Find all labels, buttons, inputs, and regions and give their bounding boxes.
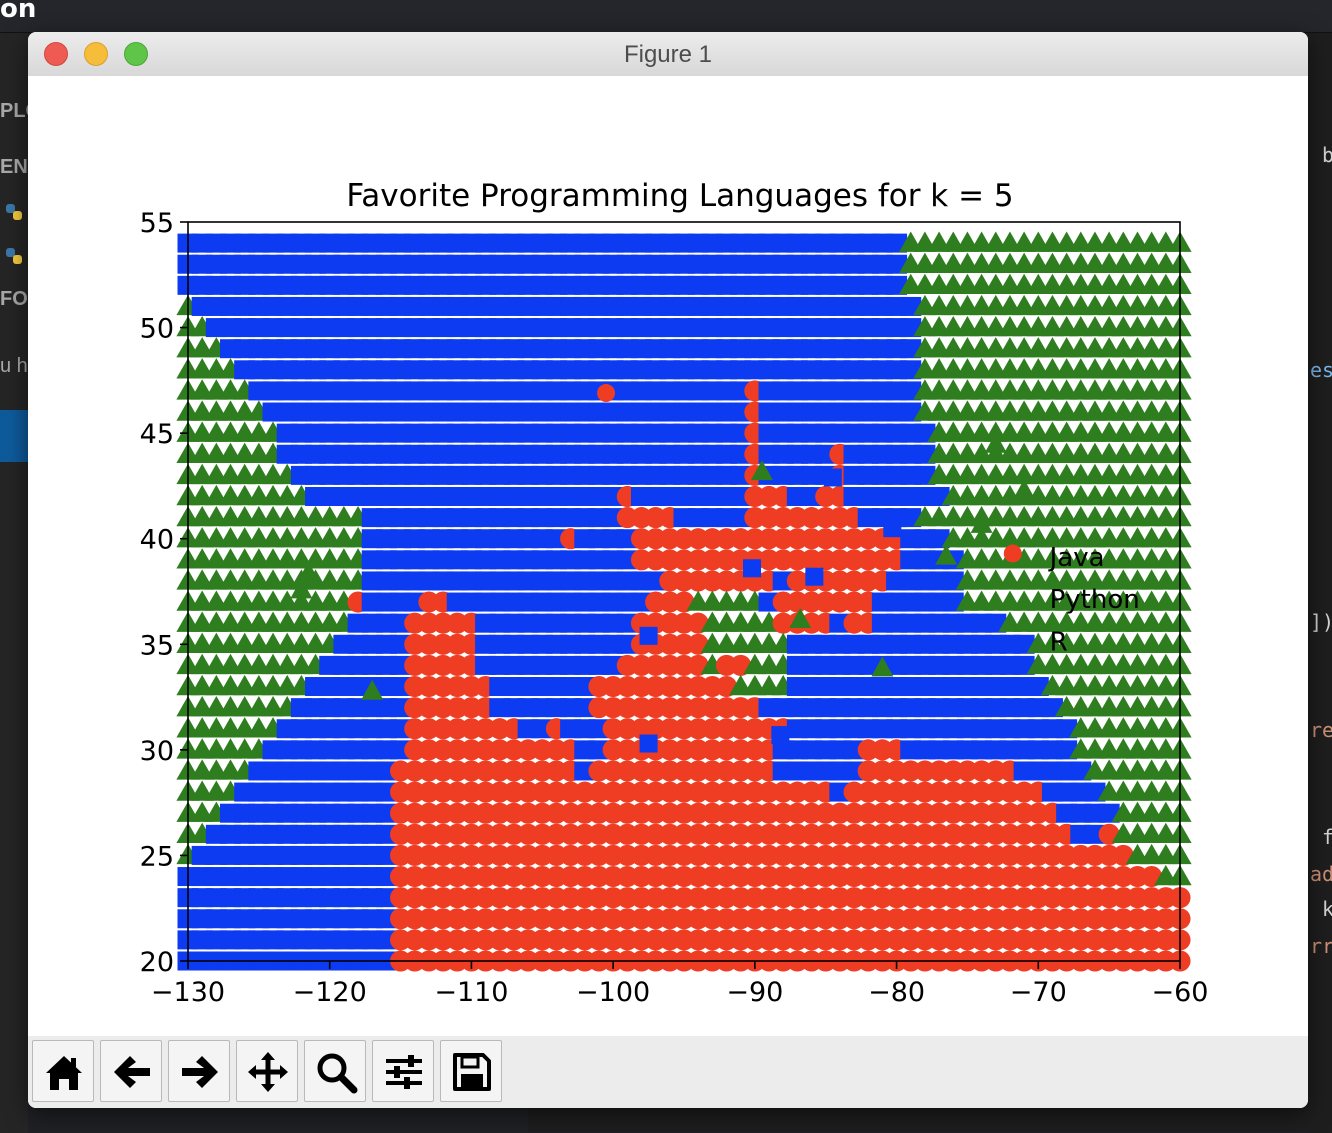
y-tick-label: 40 — [140, 525, 174, 556]
figure-window: Figure 1 Java Python R −130 −120 −110 −100 −90… — [28, 32, 1308, 1108]
python-training-point — [639, 734, 658, 753]
code-text: ]) — [1310, 610, 1332, 634]
python-training-point — [639, 626, 658, 645]
python-training-point — [743, 559, 762, 578]
y-tick-label: 30 — [140, 736, 174, 767]
plot-canvas[interactable]: Java Python R −130 −120 −110 −100 −90 −80 −70 −60… — [28, 76, 1308, 1036]
y-tick-label: 55 — [140, 208, 174, 239]
code-text: ad — [1310, 862, 1332, 886]
legend-label-r: R — [1050, 627, 1068, 657]
x-tick-label: −80 — [868, 977, 925, 1008]
close-window-button[interactable] — [44, 42, 68, 66]
minimize-window-button[interactable] — [84, 42, 108, 66]
floppy-disk-icon — [453, 1053, 491, 1091]
java-training-point — [1003, 544, 1022, 563]
chart-marks — [176, 231, 1192, 972]
magnifier-icon — [317, 1053, 358, 1094]
save-button[interactable] — [440, 1040, 502, 1102]
chart-title: Favorite Programming Languages for k = 5 — [346, 178, 1013, 214]
navigation-toolbar — [28, 1036, 1308, 1108]
maximize-window-button[interactable] — [124, 42, 148, 66]
y-tick-label: 25 — [140, 841, 174, 872]
code-text: f — [1322, 825, 1332, 849]
x-tick-label: −90 — [726, 977, 783, 1008]
editor-title-text: on — [0, 0, 37, 24]
window-title-bar[interactable]: Figure 1 — [28, 32, 1308, 77]
editor-title-bar: on — [0, 0, 1332, 33]
x-tick-label: −100 — [576, 977, 650, 1008]
sidebar-text: u h — [0, 355, 28, 377]
sidebar-text: EN — [0, 156, 28, 178]
y-tick-label: 35 — [140, 630, 174, 661]
python-training-point — [771, 726, 790, 745]
pan-button[interactable] — [236, 1040, 298, 1102]
python-training-point — [823, 468, 842, 487]
window-title: Figure 1 — [623, 41, 713, 68]
back-button[interactable] — [100, 1040, 162, 1102]
legend-label-python: Python — [1050, 585, 1140, 615]
sidebar-highlight — [0, 410, 28, 462]
scatter-chart: Java Python R −130 −120 −110 −100 −90 −80 −70 −60… — [140, 178, 1209, 1008]
java-training-point — [597, 384, 616, 403]
code-text: rec — [1310, 718, 1332, 742]
configure-subplots-button[interactable] — [372, 1040, 434, 1102]
home-icon — [46, 1056, 82, 1090]
python-file-icon — [6, 248, 22, 264]
zoom-button[interactable] — [304, 1040, 366, 1102]
x-tick-label: −60 — [1152, 977, 1209, 1008]
editor-sidebar — [0, 33, 28, 1133]
code-text: b — [1322, 143, 1332, 167]
sidebar-text: FO — [0, 288, 28, 310]
python-training-point — [805, 567, 824, 586]
arrow-left-icon — [114, 1056, 150, 1088]
legend-label-java: Java — [1048, 543, 1105, 573]
editor-pane — [1308, 33, 1332, 1133]
home-button[interactable] — [32, 1040, 94, 1102]
code-text: rr — [1310, 934, 1332, 958]
x-tick-label: −130 — [151, 977, 225, 1008]
x-tick-label: −70 — [1010, 977, 1067, 1008]
move-icon — [248, 1052, 288, 1092]
y-tick-label: 20 — [140, 947, 174, 978]
x-tick-label: −110 — [434, 977, 508, 1008]
code-text: es — [1310, 358, 1332, 382]
y-tick-label: 45 — [140, 419, 174, 450]
arrow-right-icon — [182, 1056, 218, 1088]
code-text: k — [1322, 897, 1332, 921]
x-tick-label: −120 — [293, 977, 367, 1008]
forward-button[interactable] — [168, 1040, 230, 1102]
python-file-icon — [6, 204, 22, 220]
y-tick-label: 50 — [140, 314, 174, 345]
python-training-point — [883, 519, 902, 538]
sliders-icon — [386, 1055, 422, 1089]
